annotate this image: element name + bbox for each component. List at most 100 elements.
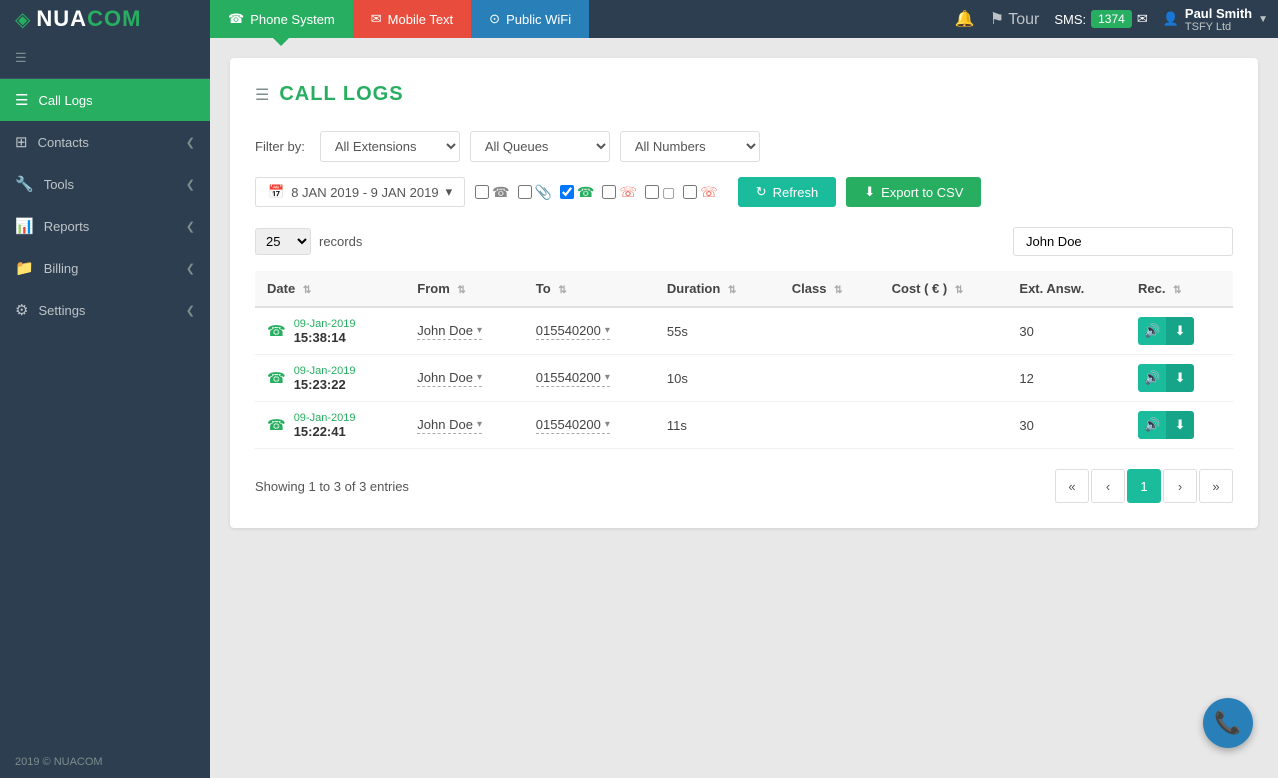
sms-badge[interactable]: SMS: 1374 ✉ (1054, 10, 1147, 28)
col-date[interactable]: Date ⇅ (255, 271, 405, 307)
filter-checkbox-missed[interactable]: ☏ (602, 184, 637, 201)
sidebar-item-call-logs[interactable]: ☰ Call Logs (0, 79, 210, 121)
from-dropdown-2[interactable]: John Doe ▾ (417, 417, 482, 434)
filter-incoming-icon: ☏ (700, 184, 718, 201)
checkbox-missed[interactable] (602, 185, 616, 199)
tab-phone-system[interactable]: ☎ Phone System (210, 0, 353, 38)
table-row: ☎ 09-Jan-2019 15:38:14 John Doe ▾ 015540… (255, 307, 1233, 355)
numbers-filter[interactable]: All Numbers (620, 131, 760, 162)
tools-arrow-icon: ❮ (186, 178, 195, 191)
search-input[interactable] (1013, 227, 1233, 256)
col-rec[interactable]: Rec. ⇅ (1126, 271, 1233, 307)
pagination: « ‹ 1 › » (1055, 469, 1233, 503)
cell-class-2 (780, 402, 880, 449)
col-class[interactable]: Class ⇅ (780, 271, 880, 307)
settings-arrow-icon: ❮ (186, 304, 195, 317)
download-button-0[interactable]: ⬇ (1166, 317, 1194, 345)
checkbox-answered[interactable] (560, 185, 574, 199)
filter-checkbox-outgoing[interactable]: ▢ (645, 184, 675, 201)
refresh-button[interactable]: ↻ Refresh (738, 177, 836, 207)
sort-class-icon: ⇅ (834, 285, 842, 296)
cell-to-1: 015540200 ▾ (524, 355, 655, 402)
sms-label: SMS: (1054, 12, 1086, 27)
cell-duration-2: 11s (655, 402, 780, 449)
logo-nua: NUA (36, 6, 87, 31)
sidebar-label-billing: Billing (44, 261, 79, 276)
from-dd-arrow-2: ▾ (477, 419, 482, 430)
mobile-tab-icon: ✉ (371, 11, 382, 27)
sidebar-item-billing[interactable]: 📁 Billing ❮ (0, 247, 210, 289)
tour-button[interactable]: ⚑ Tour (990, 9, 1040, 29)
sidebar-item-tools[interactable]: 🔧 Tools ❮ (0, 163, 210, 205)
filter-checkbox-attach[interactable]: 📎 (518, 184, 552, 201)
cell-from-0: John Doe ▾ (405, 307, 524, 355)
cell-rec-2: 🔊 ⬇ (1126, 402, 1233, 449)
user-chevron-icon: ▼ (1258, 14, 1268, 25)
showing-text: Showing 1 to 3 of 3 entries (255, 479, 409, 494)
checkbox-all[interactable] (475, 185, 489, 199)
sidebar-item-contacts[interactable]: ⊞ Contacts ❮ (0, 121, 210, 163)
from-dd-arrow-1: ▾ (477, 372, 482, 383)
tools-icon: 🔧 (15, 175, 34, 193)
tab-public-wifi[interactable]: ⊙ Public WiFi (471, 0, 589, 38)
page-last-button[interactable]: » (1199, 469, 1233, 503)
pagination-row: Showing 1 to 3 of 3 entries « ‹ 1 › » (255, 469, 1233, 503)
from-dd-arrow-0: ▾ (477, 325, 482, 336)
from-dropdown-0[interactable]: John Doe ▾ (417, 323, 482, 340)
cell-cost-0 (880, 307, 1008, 355)
download-button-1[interactable]: ⬇ (1166, 364, 1194, 392)
checkbox-attach[interactable] (518, 185, 532, 199)
sidebar-item-reports[interactable]: 📊 Reports ❮ (0, 205, 210, 247)
records-per-page-select[interactable]: 10 25 50 100 (255, 228, 311, 255)
contacts-icon: ⊞ (15, 133, 28, 151)
play-button-1[interactable]: 🔊 (1138, 364, 1166, 392)
table-body: ☎ 09-Jan-2019 15:38:14 John Doe ▾ 015540… (255, 307, 1233, 449)
page-next-button[interactable]: › (1163, 469, 1197, 503)
sidebar-label-contacts: Contacts (38, 135, 89, 150)
date-range-picker[interactable]: 📅 8 JAN 2019 - 9 JAN 2019 ▾ (255, 177, 465, 207)
export-csv-button[interactable]: ⬇ Export to CSV (846, 177, 981, 207)
from-dropdown-1[interactable]: John Doe ▾ (417, 370, 482, 387)
fab-call-button[interactable]: 📞 (1203, 698, 1253, 748)
page-first-button[interactable]: « (1055, 469, 1089, 503)
col-cost[interactable]: Cost ( € ) ⇅ (880, 271, 1008, 307)
sidebar-menu-icon[interactable]: ☰ (0, 38, 210, 79)
filter-checkbox-incoming[interactable]: ☏ (683, 184, 718, 201)
page-prev-button[interactable]: ‹ (1091, 469, 1125, 503)
to-dd-arrow-1: ▾ (605, 372, 610, 383)
play-button-2[interactable]: 🔊 (1138, 411, 1166, 439)
billing-icon: 📁 (15, 259, 34, 277)
user-company: TSFY Ltd (1185, 21, 1252, 33)
play-button-0[interactable]: 🔊 (1138, 317, 1166, 345)
col-to[interactable]: To ⇅ (524, 271, 655, 307)
sidebar-item-settings[interactable]: ⚙ Settings ❮ (0, 289, 210, 331)
tab-phone-label: Phone System (250, 12, 335, 27)
phone-tab-icon: ☎ (228, 11, 244, 27)
download-button-2[interactable]: ⬇ (1166, 411, 1194, 439)
date-filter-row: 📅 8 JAN 2019 - 9 JAN 2019 ▾ ☎ 📎 ☎ (255, 177, 1233, 207)
col-from[interactable]: From ⇅ (405, 271, 524, 307)
page-title: CALL LOGS (279, 83, 403, 106)
logo-com: COM (87, 6, 141, 31)
to-dropdown-2[interactable]: 015540200 ▾ (536, 417, 610, 434)
checkbox-incoming[interactable] (683, 185, 697, 199)
user-info[interactable]: 👤 Paul Smith TSFY Ltd ▼ (1163, 6, 1268, 33)
extensions-filter[interactable]: All Extensions (320, 131, 460, 162)
sidebar-label-reports: Reports (44, 219, 90, 234)
sort-rec-icon: ⇅ (1173, 285, 1181, 296)
queues-filter[interactable]: All Queues (470, 131, 610, 162)
to-dropdown-0[interactable]: 015540200 ▾ (536, 323, 610, 340)
cell-rec-0: 🔊 ⬇ (1126, 307, 1233, 355)
cell-duration-0: 55s (655, 307, 780, 355)
page-header: ☰ CALL LOGS (255, 83, 1233, 106)
filter-attach-icon: 📎 (535, 184, 552, 201)
filter-checkbox-all[interactable]: ☎ (475, 184, 509, 201)
col-duration[interactable]: Duration ⇅ (655, 271, 780, 307)
tab-mobile-text[interactable]: ✉ Mobile Text (353, 0, 471, 38)
filter-checkbox-answered[interactable]: ☎ (560, 184, 594, 201)
checkbox-outgoing[interactable] (645, 185, 659, 199)
filter-by-label: Filter by: (255, 139, 305, 154)
page-1-button[interactable]: 1 (1127, 469, 1161, 503)
bell-icon[interactable]: 🔔 (955, 9, 975, 29)
to-dropdown-1[interactable]: 015540200 ▾ (536, 370, 610, 387)
